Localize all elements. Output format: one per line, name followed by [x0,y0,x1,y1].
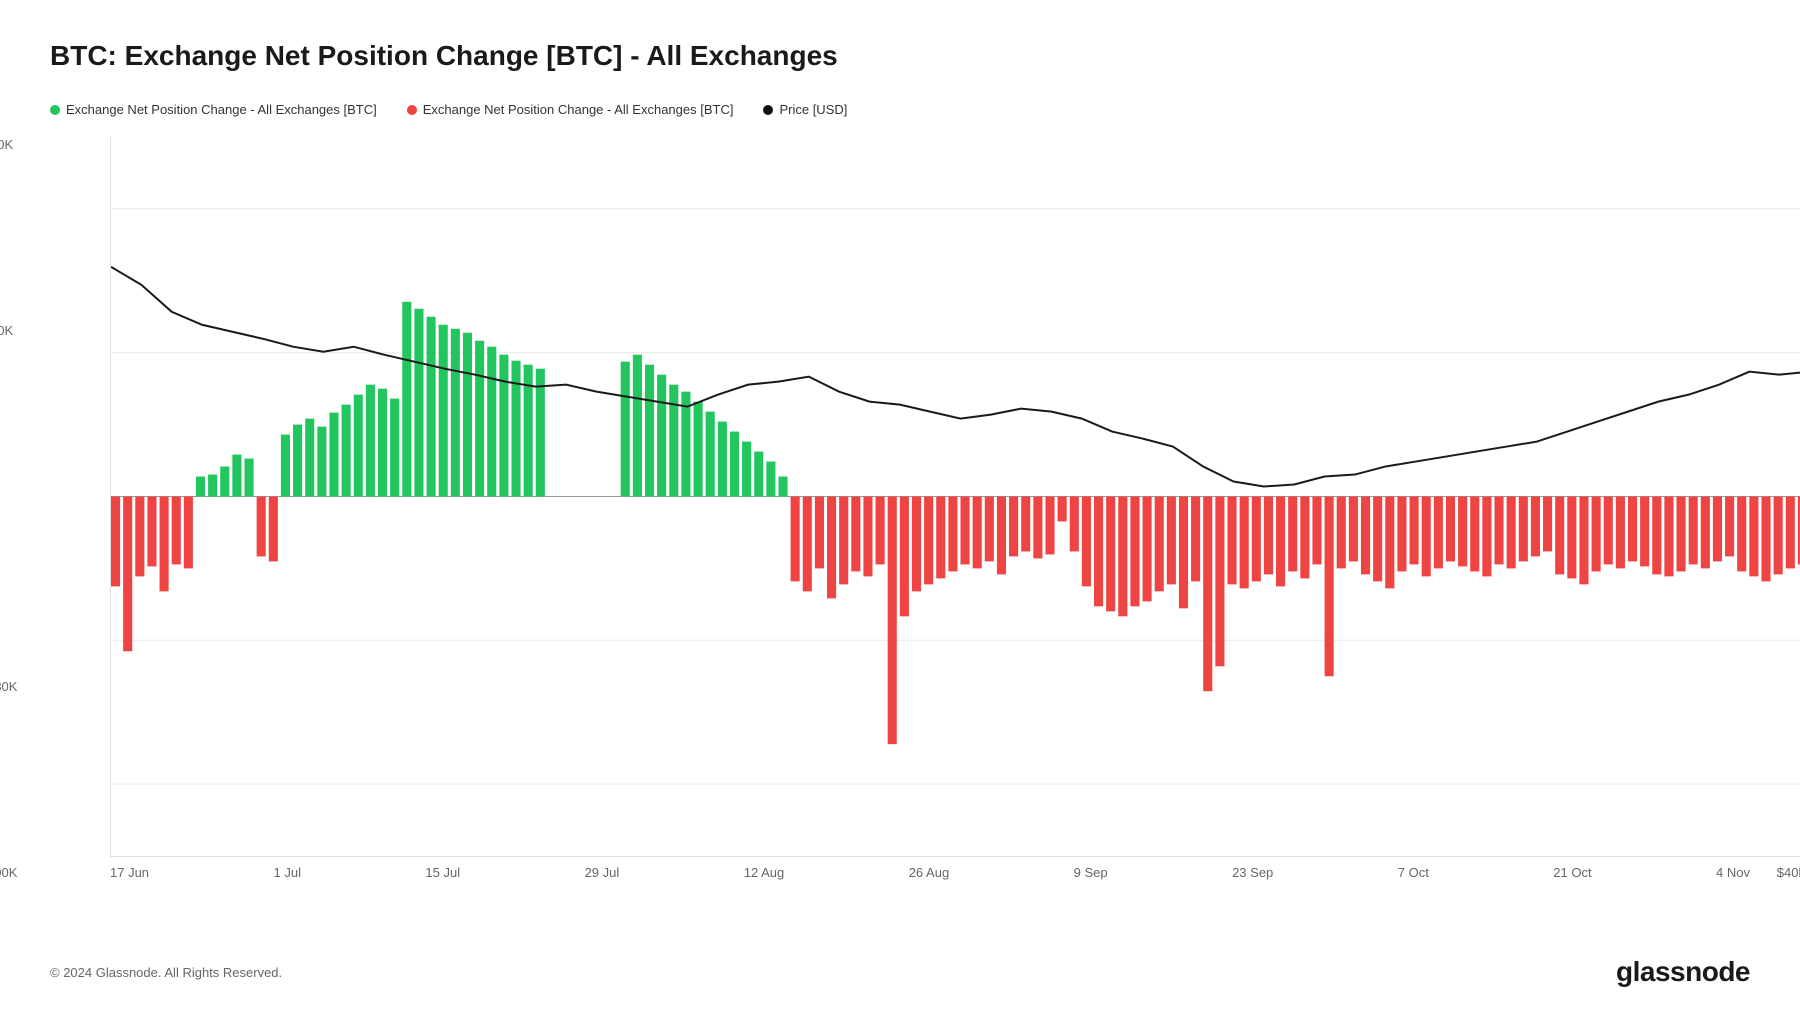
legend-green-label: Exchange Net Position Change - All Excha… [66,102,377,117]
x-label-oct7: 7 Oct [1398,865,1429,880]
y-label-neg30k: -30K [0,679,17,694]
legend-red-dot [407,105,417,115]
x-label-jun17: 17 Jun [110,865,149,880]
legend-price-label: Price [USD] [779,102,847,117]
y-label-90k: 90K [0,137,17,152]
copyright: © 2024 Glassnode. All Rights Reserved. [50,965,282,980]
x-label-jul1: 1 Jul [274,865,301,880]
x-label-sep9: 9 Sep [1074,865,1108,880]
legend-red: Exchange Net Position Change - All Excha… [407,102,734,117]
x-label-jul29: 29 Jul [585,865,620,880]
legend-green: Exchange Net Position Change - All Excha… [50,102,377,117]
legend-green-dot [50,105,60,115]
y-right-40k: $40k [1777,865,1800,880]
x-label-oct21: 21 Oct [1553,865,1591,880]
legend-price: Price [USD] [763,102,847,117]
x-label-aug12: 12 Aug [744,865,785,880]
legend-red-label: Exchange Net Position Change - All Excha… [423,102,734,117]
brand-logo: glassnode [1616,956,1750,988]
x-label-aug26: 26 Aug [909,865,950,880]
y-axis-labels: 90K 30K -30K -90K [0,137,17,880]
y-label-30k: 30K [0,323,17,338]
legend: Exchange Net Position Change - All Excha… [50,102,1750,117]
x-label-sep23: 23 Sep [1232,865,1273,880]
page-container: BTC: Exchange Net Position Change [BTC] … [0,0,1800,1013]
x-label-nov4: 4 Nov [1716,865,1750,880]
x-axis-labels: 17 Jun 1 Jul 15 Jul 29 Jul 12 Aug 26 Aug… [110,865,1750,880]
x-label-jul15: 15 Jul [425,865,460,880]
chart-area [110,137,1800,857]
y-label-neg90k: -90K [0,865,17,880]
footer: © 2024 Glassnode. All Rights Reserved. g… [50,956,1750,988]
chart-title: BTC: Exchange Net Position Change [BTC] … [50,40,1750,72]
chart-svg [111,137,1800,856]
legend-price-dot [763,105,773,115]
